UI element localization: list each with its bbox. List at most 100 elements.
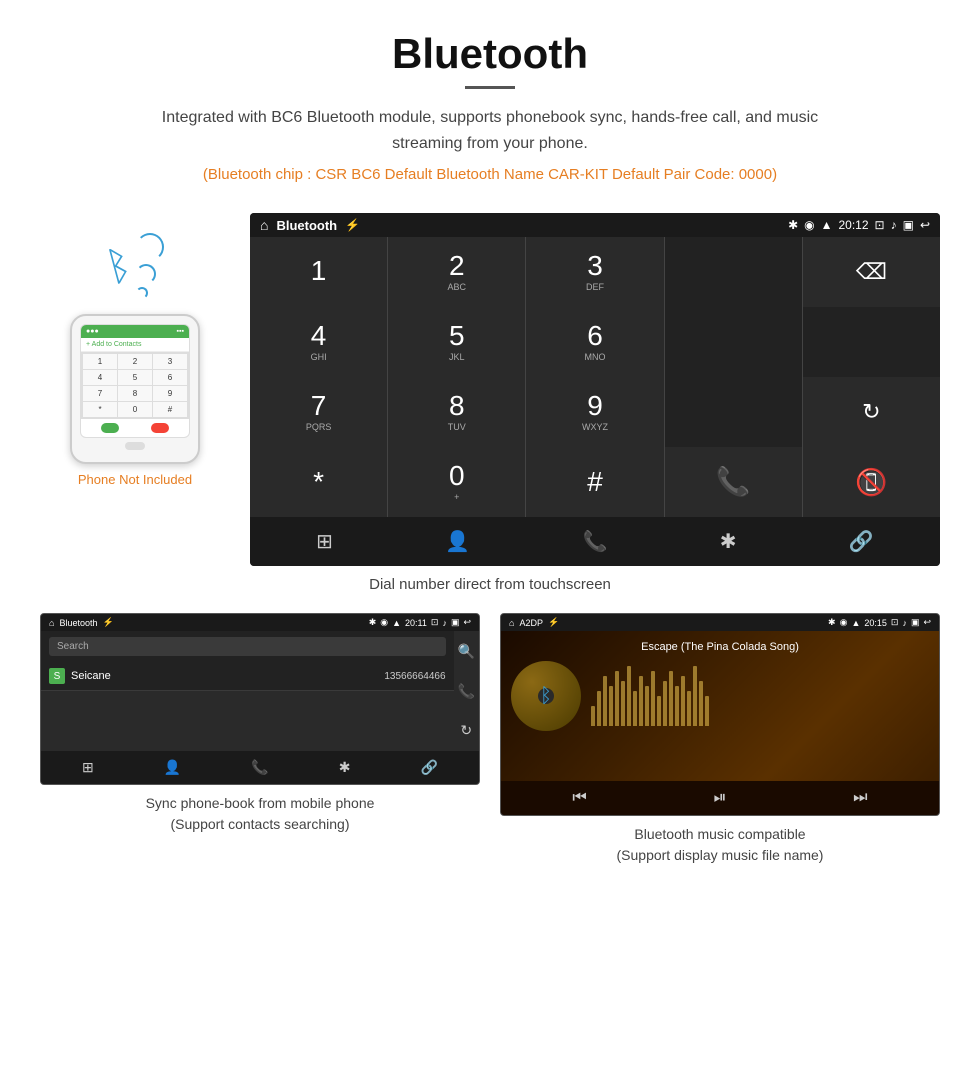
music-vol: ♪ — [902, 618, 907, 628]
wave-bar — [657, 696, 661, 726]
phone-key-2[interactable]: 2 — [118, 354, 152, 369]
dial-key-9[interactable]: 9 WXYZ — [526, 377, 663, 447]
dial-refresh[interactable]: ↻ — [803, 377, 940, 447]
pb-refresh-icon[interactable]: ↻ — [460, 722, 472, 739]
phone-key-5[interactable]: 5 — [118, 370, 152, 385]
dial-key-6[interactable]: 6 MNO — [526, 307, 663, 377]
dial-key-3[interactable]: 3 DEF — [526, 237, 663, 307]
dial-key-0[interactable]: 0 + — [388, 447, 525, 517]
music-prev-button[interactable]: ⏮ — [572, 789, 586, 807]
music-art-area: ᛒ — [511, 661, 929, 731]
pb-bt-icon: ✱ — [369, 617, 377, 628]
dial-key-star[interactable]: * — [250, 447, 387, 517]
dial-backspace[interactable]: ⌫ — [803, 237, 940, 307]
phone-carrier: ●●● — [86, 328, 99, 335]
dial-end-button[interactable]: 📵 — [803, 447, 940, 517]
pb-status-left: ⌂ Bluetooth ⚡ — [49, 617, 114, 628]
music-usb-icon: ⚡ — [548, 617, 559, 628]
volume-icon: ♪ — [891, 218, 897, 232]
music-status-bar: ⌂ A2DP ⚡ ✱ ◉ ▲ 20:15 ⊡ ♪ ▣ ↩ — [501, 614, 939, 631]
pb-nav-bt[interactable]: ✱ — [339, 759, 351, 776]
pb-call-icon[interactable]: 📞 — [458, 683, 475, 700]
back-icon[interactable]: ↩ — [920, 218, 930, 232]
pb-nav-grid[interactable]: ⊞ — [82, 759, 94, 776]
dial-caption: Dial number direct from touchscreen — [0, 576, 980, 593]
dial-key-2[interactable]: 2 ABC — [388, 237, 525, 307]
music-scr: ▣ — [911, 617, 920, 628]
clock: 20:12 — [839, 218, 869, 232]
phone-home-button[interactable] — [125, 442, 145, 450]
phonebook-screen: ⌂ Bluetooth ⚡ ✱ ◉ ▲ 20:11 ⊡ ♪ ▣ ↩ — [40, 613, 480, 785]
bluetooth-icon: ᛒ — [101, 241, 136, 291]
nav-contacts-icon[interactable]: 👤 — [445, 529, 470, 554]
wave-bar — [633, 691, 637, 726]
home-icon[interactable]: ⌂ — [260, 217, 268, 233]
phone-call-button[interactable] — [101, 423, 119, 433]
nav-phone-icon[interactable]: 📞 — [583, 529, 608, 554]
pb-nav-contacts[interactable]: 👤 — [164, 759, 181, 776]
music-back[interactable]: ↩ — [923, 617, 931, 628]
dial-empty-2 — [665, 307, 802, 377]
wave-bar — [651, 671, 655, 726]
pb-title: Bluetooth — [59, 618, 97, 628]
wave-bar — [627, 666, 631, 726]
phone-key-8[interactable]: 8 — [118, 386, 152, 401]
page-title: Bluetooth — [20, 30, 960, 78]
pb-search-icon[interactable]: 🔍 — [458, 643, 475, 660]
phone-key-7[interactable]: 7 — [83, 386, 117, 401]
phone-end-button[interactable] — [151, 423, 169, 433]
location-icon: ◉ — [804, 218, 814, 232]
bt-status-icon: ✱ — [788, 218, 798, 232]
phone-key-0[interactable]: 0 — [118, 402, 152, 417]
pb-search-bar[interactable]: Search — [49, 637, 446, 656]
music-clock: 20:15 — [864, 618, 887, 628]
music-next-button[interactable]: ⏭ — [853, 789, 867, 807]
phone-key-4[interactable]: 4 — [83, 370, 117, 385]
wave-bar — [591, 706, 595, 726]
dial-key-7[interactable]: 7 PQRS — [250, 377, 387, 447]
bottom-screenshots: ⌂ Bluetooth ⚡ ✱ ◉ ▲ 20:11 ⊡ ♪ ▣ ↩ — [0, 613, 980, 866]
wave-bar — [615, 671, 619, 726]
camera-icon: ⊡ — [875, 218, 885, 232]
music-play-pause-button[interactable]: ⏯ — [714, 789, 727, 807]
wave-bar — [675, 686, 679, 726]
phone-key-9[interactable]: 9 — [153, 386, 187, 401]
dial-key-1[interactable]: 1 — [250, 237, 387, 307]
phone-key-3[interactable]: 3 — [153, 354, 187, 369]
pb-nav-link[interactable]: 🔗 — [420, 759, 437, 776]
pb-back[interactable]: ↩ — [463, 617, 471, 628]
usb-icon: ⚡ — [345, 218, 360, 232]
dial-key-8[interactable]: 8 TUV — [388, 377, 525, 447]
nav-bt-icon[interactable]: ✱ — [720, 529, 737, 554]
music-screen: ⌂ A2DP ⚡ ✱ ◉ ▲ 20:15 ⊡ ♪ ▣ ↩ Escape (The… — [500, 613, 940, 816]
phone-key-1[interactable]: 1 — [83, 354, 117, 369]
phone-mockup: ●●● ▪▪▪ + Add to Contacts 1 2 3 4 5 6 7 … — [70, 314, 200, 464]
music-status-right: ✱ ◉ ▲ 20:15 ⊡ ♪ ▣ ↩ — [828, 617, 931, 628]
music-home-icon[interactable]: ⌂ — [509, 618, 514, 628]
wifi-arc-large — [136, 233, 164, 261]
status-bar-right: ✱ ◉ ▲ 20:12 ⊡ ♪ ▣ ↩ — [788, 218, 930, 232]
music-album-art: ᛒ — [511, 661, 581, 731]
nav-grid-icon[interactable]: ⊞ — [316, 529, 333, 554]
dial-key-5[interactable]: 5 JKL — [388, 307, 525, 377]
phone-key-hash[interactable]: # — [153, 402, 187, 417]
music-camera: ⊡ — [891, 617, 899, 628]
pb-home-icon[interactable]: ⌂ — [49, 618, 54, 628]
music-signal: ▲ — [851, 618, 860, 628]
pb-contact-row[interactable]: S Seicane 13566664466 — [41, 662, 454, 691]
phonebook-section: ⌂ Bluetooth ⚡ ✱ ◉ ▲ 20:11 ⊡ ♪ ▣ ↩ — [40, 613, 480, 866]
phone-key-6[interactable]: 6 — [153, 370, 187, 385]
phone-screen: ●●● ▪▪▪ + Add to Contacts 1 2 3 4 5 6 7 … — [80, 324, 190, 438]
phone-key-star[interactable]: * — [83, 402, 117, 417]
music-song-title: Escape (The Pina Colada Song) — [511, 641, 929, 653]
status-bar-title: Bluetooth — [276, 218, 337, 233]
dial-key-hash[interactable]: # — [526, 447, 663, 517]
phone-status-icons: ▪▪▪ — [177, 328, 184, 335]
dial-display — [665, 237, 802, 307]
dial-key-4[interactable]: 4 GHI — [250, 307, 387, 377]
pb-nav-phone[interactable]: 📞 — [251, 759, 268, 776]
nav-link-icon[interactable]: 🔗 — [849, 529, 874, 554]
dial-call-button[interactable]: 📞 — [665, 447, 802, 517]
main-content: ᛒ ●●● ▪▪▪ + Add to Contacts 1 2 3 4 5 — [0, 213, 980, 566]
pb-usb-icon: ⚡ — [102, 617, 113, 628]
